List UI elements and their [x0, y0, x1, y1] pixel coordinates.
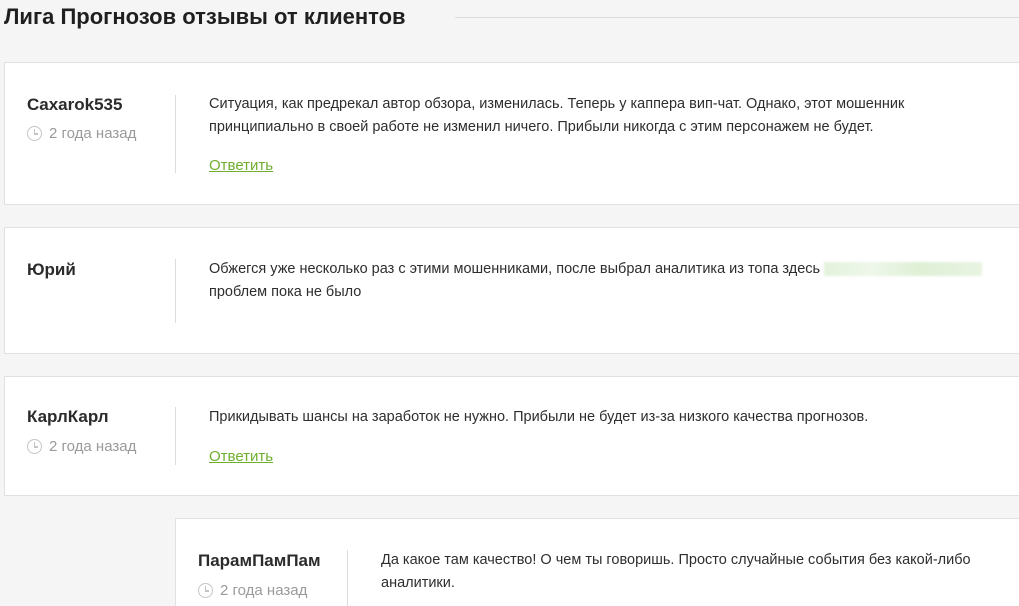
- comment-text: Ситуация, как предрекал автор обзора, из…: [209, 96, 905, 135]
- comment-author[interactable]: ПарамПамПам: [198, 551, 321, 571]
- comment-date: 2 года назад: [27, 125, 136, 142]
- comment-text-part: Обжегся уже несколько раз с этими мошенн…: [209, 261, 821, 277]
- section-header: Лига Прогнозов отзывы от клиентов: [0, 0, 1019, 40]
- reply-link[interactable]: Ответить: [209, 157, 273, 174]
- comment-author[interactable]: КарлКарл: [27, 407, 109, 427]
- comment-date-text: 2 года назад: [49, 125, 137, 142]
- comment-text: Обжегся уже несколько раз с этими мошенн…: [209, 258, 1009, 304]
- comment-divider: [347, 550, 348, 606]
- page-title: Лига Прогнозов отзывы от клиентов: [4, 4, 406, 29]
- comment-divider: [175, 259, 176, 323]
- comment-text-part: проблем пока не было: [209, 284, 362, 300]
- reply-link[interactable]: Ответить: [209, 448, 273, 465]
- clock-icon: [27, 439, 42, 454]
- blurred-link[interactable]: [824, 262, 983, 277]
- clock-icon: [198, 583, 213, 598]
- comment-date: 2 года назад: [27, 438, 136, 455]
- comment-card: Юрий Обжегся уже несколько раз с этими м…: [4, 227, 1019, 354]
- comment-divider: [175, 95, 176, 173]
- reviews-page: Лига Прогнозов отзывы от клиентов Caxaro…: [0, 0, 1019, 606]
- comment-author[interactable]: Caxarok535: [27, 95, 122, 115]
- comment-date-text: 2 года назад: [220, 582, 308, 599]
- comment-text: Прикидывать шансы на заработок не нужно.…: [209, 409, 869, 425]
- comment-card: КарлКарл 2 года назад Прикидывать шансы …: [4, 376, 1019, 496]
- comment-divider: [175, 407, 176, 465]
- comment-date-text: 2 года назад: [49, 438, 137, 455]
- comment-author[interactable]: Юрий: [27, 260, 76, 280]
- header-divider: [455, 17, 1019, 18]
- reply-card: ПарамПамПам 2 года назад Да какое там ка…: [175, 518, 1019, 606]
- comment-card: Caxarok535 2 года назад Ситуация, как пр…: [4, 62, 1019, 205]
- comment-text: Да какое там качество! О чем ты говоришь…: [381, 552, 971, 591]
- comment-date: 2 года назад: [198, 582, 307, 599]
- clock-icon: [27, 126, 42, 141]
